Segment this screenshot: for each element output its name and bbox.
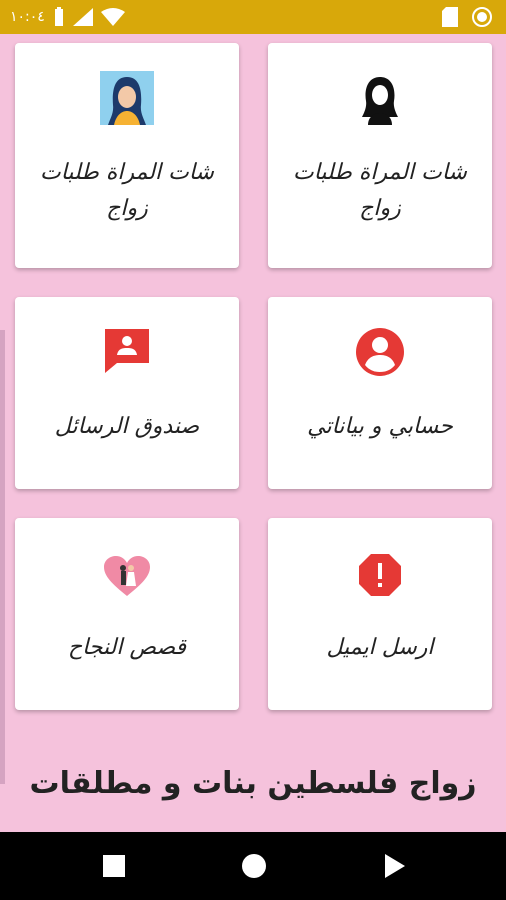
- card-label: صندوق الرسائل: [54, 414, 200, 439]
- couple-heart-icon: [104, 556, 150, 596]
- sd-card-icon: [442, 7, 458, 27]
- square-icon[interactable]: [100, 852, 128, 880]
- clock: ١٠:٠٤: [10, 9, 45, 25]
- record-icon: [472, 7, 492, 27]
- card-messages[interactable]: صندوق الرسائل: [15, 297, 239, 489]
- error-octagon-icon: [359, 554, 401, 596]
- app-title: زواج فلسطين بنات و مطلقات: [29, 766, 477, 801]
- card-send-email[interactable]: ارسل ايميل: [268, 518, 492, 710]
- status-bar: ١٠:٠٤: [0, 0, 506, 34]
- wifi-icon: [100, 8, 125, 26]
- card-label: حسابي و بياناتي: [307, 414, 453, 439]
- circle-icon[interactable]: [240, 852, 268, 880]
- card-success-stories[interactable]: قصص النجاح: [15, 518, 239, 710]
- account-circle-icon: [356, 328, 404, 376]
- battery-icon: [54, 7, 63, 26]
- card-label: شات المراة طلبات زواج: [40, 160, 214, 221]
- card-chat-women-1[interactable]: شات المراة طلبات زواج: [268, 43, 492, 268]
- signal-icon: [72, 8, 93, 26]
- scroll-edge: [0, 330, 5, 784]
- woman-avatar-icon: [100, 71, 154, 125]
- card-chat-women-2[interactable]: شات المراة طلبات زواج: [15, 43, 239, 268]
- card-label: ارسل ايميل: [326, 635, 434, 660]
- navigation-bar: [0, 832, 506, 900]
- card-label: قصص النجاح: [67, 635, 187, 660]
- message-user-icon: [105, 329, 149, 373]
- triangle-play-icon[interactable]: [380, 852, 408, 880]
- card-my-account[interactable]: حسابي و بياناتي: [268, 297, 492, 489]
- card-label: شات المراة طلبات زواج: [293, 160, 467, 221]
- woman-silhouette-icon: [354, 73, 406, 125]
